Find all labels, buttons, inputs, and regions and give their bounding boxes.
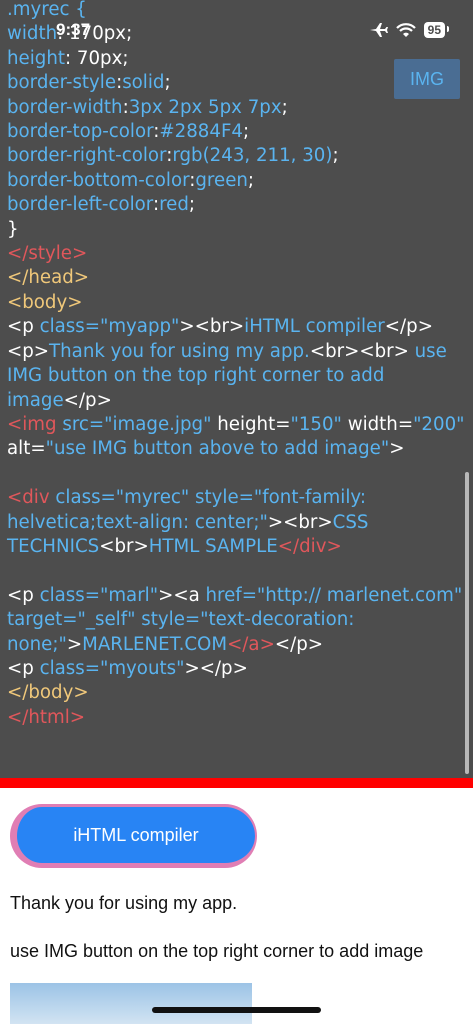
code-line: </html> <box>7 706 469 730</box>
code-token: <p <box>7 316 40 338</box>
code-token: </style> <box>7 243 88 265</box>
code-token: ><br> <box>267 511 333 533</box>
code-token: "200" <box>413 413 465 435</box>
code-line: </style> <box>7 242 469 266</box>
battery-icon: 95 <box>423 22 450 38</box>
code-token: border-left-color <box>7 194 153 216</box>
code-token: } <box>7 218 19 240</box>
code-line: </head> <box>7 266 469 290</box>
code-token: > <box>66 633 83 655</box>
app-title-box: iHTML compiler <box>10 804 257 868</box>
editor-scrollbar[interactable] <box>465 472 469 774</box>
code-token: </html> <box>7 706 86 728</box>
code-line: <body> <box>7 291 469 315</box>
code-token: ; <box>188 194 196 216</box>
code-token: height <box>7 47 65 69</box>
code-editor[interactable]: .myrec {width: 170px; height: 70px; border… <box>0 0 473 778</box>
code-line: <p class="myapp"><br>iHTML compiler</p> <box>7 315 469 339</box>
code-token: </head> <box>7 267 90 289</box>
code-token: rgb(243, 211, 30) <box>172 145 333 167</box>
code-token: : 70px; <box>64 47 129 69</box>
code-token: ></p> <box>184 657 248 679</box>
code-token: iHTML compiler <box>244 316 385 338</box>
code-token: ; <box>281 96 288 118</box>
airplane-icon <box>369 23 388 37</box>
code-token: border-right-color <box>7 145 167 167</box>
code-token: </p> <box>274 633 323 655</box>
code-token: #2884F4 <box>159 121 243 143</box>
code-token: ; <box>247 169 255 191</box>
code-line: border-right-color:rgb(243, 211, 30); <box>7 144 469 168</box>
code-token: ; <box>164 72 171 94</box>
code-token: border-style <box>7 72 117 94</box>
home-indicator[interactable] <box>152 1007 321 1013</box>
code-text[interactable]: .myrec {width: 170px; height: 70px; border… <box>7 0 469 730</box>
code-line: <p class="marl"><a href="http:// marlene… <box>7 584 469 657</box>
code-line: border-width:3px 2px 5px 7px; <box>7 96 469 120</box>
code-token: class="myapp" <box>39 316 180 338</box>
code-token: <br> <box>99 535 149 557</box>
code-token: </a> <box>227 633 275 655</box>
code-token: <p <box>7 657 40 679</box>
code-token: <p <box>7 584 40 606</box>
code-token: green <box>195 169 248 191</box>
code-token: src="image.jpg" <box>62 413 212 435</box>
code-token: </p> <box>384 316 433 338</box>
code-token: width <box>7 23 58 45</box>
code-token: <p> <box>7 340 50 362</box>
code-line: <p>Thank you for using my app.<br><br> u… <box>7 340 469 413</box>
code-line: } <box>7 218 469 242</box>
img-hint-text: use IMG button on the top right corner t… <box>10 941 424 961</box>
code-token: class="marl" <box>39 584 159 606</box>
code-token: border-bottom-color <box>7 169 190 191</box>
code-token: solid <box>122 72 165 94</box>
code-token: red <box>159 194 189 216</box>
preview-image <box>10 983 252 1024</box>
thanks-text: Thank you for using my app. <box>10 893 238 913</box>
code-token: ; <box>332 145 339 167</box>
code-line: </body> <box>7 681 469 705</box>
code-line: border-left-color:red; <box>7 193 469 217</box>
status-time: 9:37 <box>56 20 91 39</box>
code-token: class="myouts" <box>39 657 185 679</box>
code-token: ><br> <box>179 316 245 338</box>
status-icons: 95 <box>368 22 450 38</box>
img-button[interactable]: IMG <box>394 59 460 99</box>
code-token: > <box>389 438 405 460</box>
code-token: <img <box>7 413 63 435</box>
code-token: <body> <box>7 291 83 313</box>
code-line: <div class="myrec" style="font-family: h… <box>7 486 469 559</box>
code-token: width= <box>341 413 414 435</box>
code-token: HTML SAMPLE <box>148 535 278 557</box>
code-token: MARLENET.COM <box>82 633 228 655</box>
code-token: ><a <box>158 584 206 606</box>
code-token: </body> <box>7 682 89 704</box>
preview-pane: iHTML compiler Thank you for using my ap… <box>0 788 473 1024</box>
code-token: Thank you for using my app. <box>49 340 310 362</box>
code-line: <p class="myouts"></p> <box>7 657 469 681</box>
app-title-text: iHTML compiler <box>73 824 199 845</box>
code-token: ; <box>242 121 250 143</box>
code-line: border-top-color:#2884F4; <box>7 120 469 144</box>
code-token: </p> <box>63 389 112 411</box>
wifi-icon <box>395 22 416 37</box>
code-line: border-bottom-color:green; <box>7 169 469 193</box>
code-token: 3px 2px 5px 7px <box>128 96 282 118</box>
code-token: </div> <box>277 535 342 557</box>
code-token: "use IMG button above to add image" <box>45 438 390 460</box>
code-token: border-top-color <box>7 121 154 143</box>
split-divider[interactable] <box>0 778 473 788</box>
code-token: <br><br> <box>309 340 409 362</box>
code-token: border-width <box>7 96 123 118</box>
code-token: height= <box>211 413 291 435</box>
code-token: <div <box>7 487 56 509</box>
code-token: .myrec { <box>7 0 87 20</box>
code-token: "150" <box>290 413 342 435</box>
code-line: <img src="image.jpg" height="150" width=… <box>7 413 469 462</box>
